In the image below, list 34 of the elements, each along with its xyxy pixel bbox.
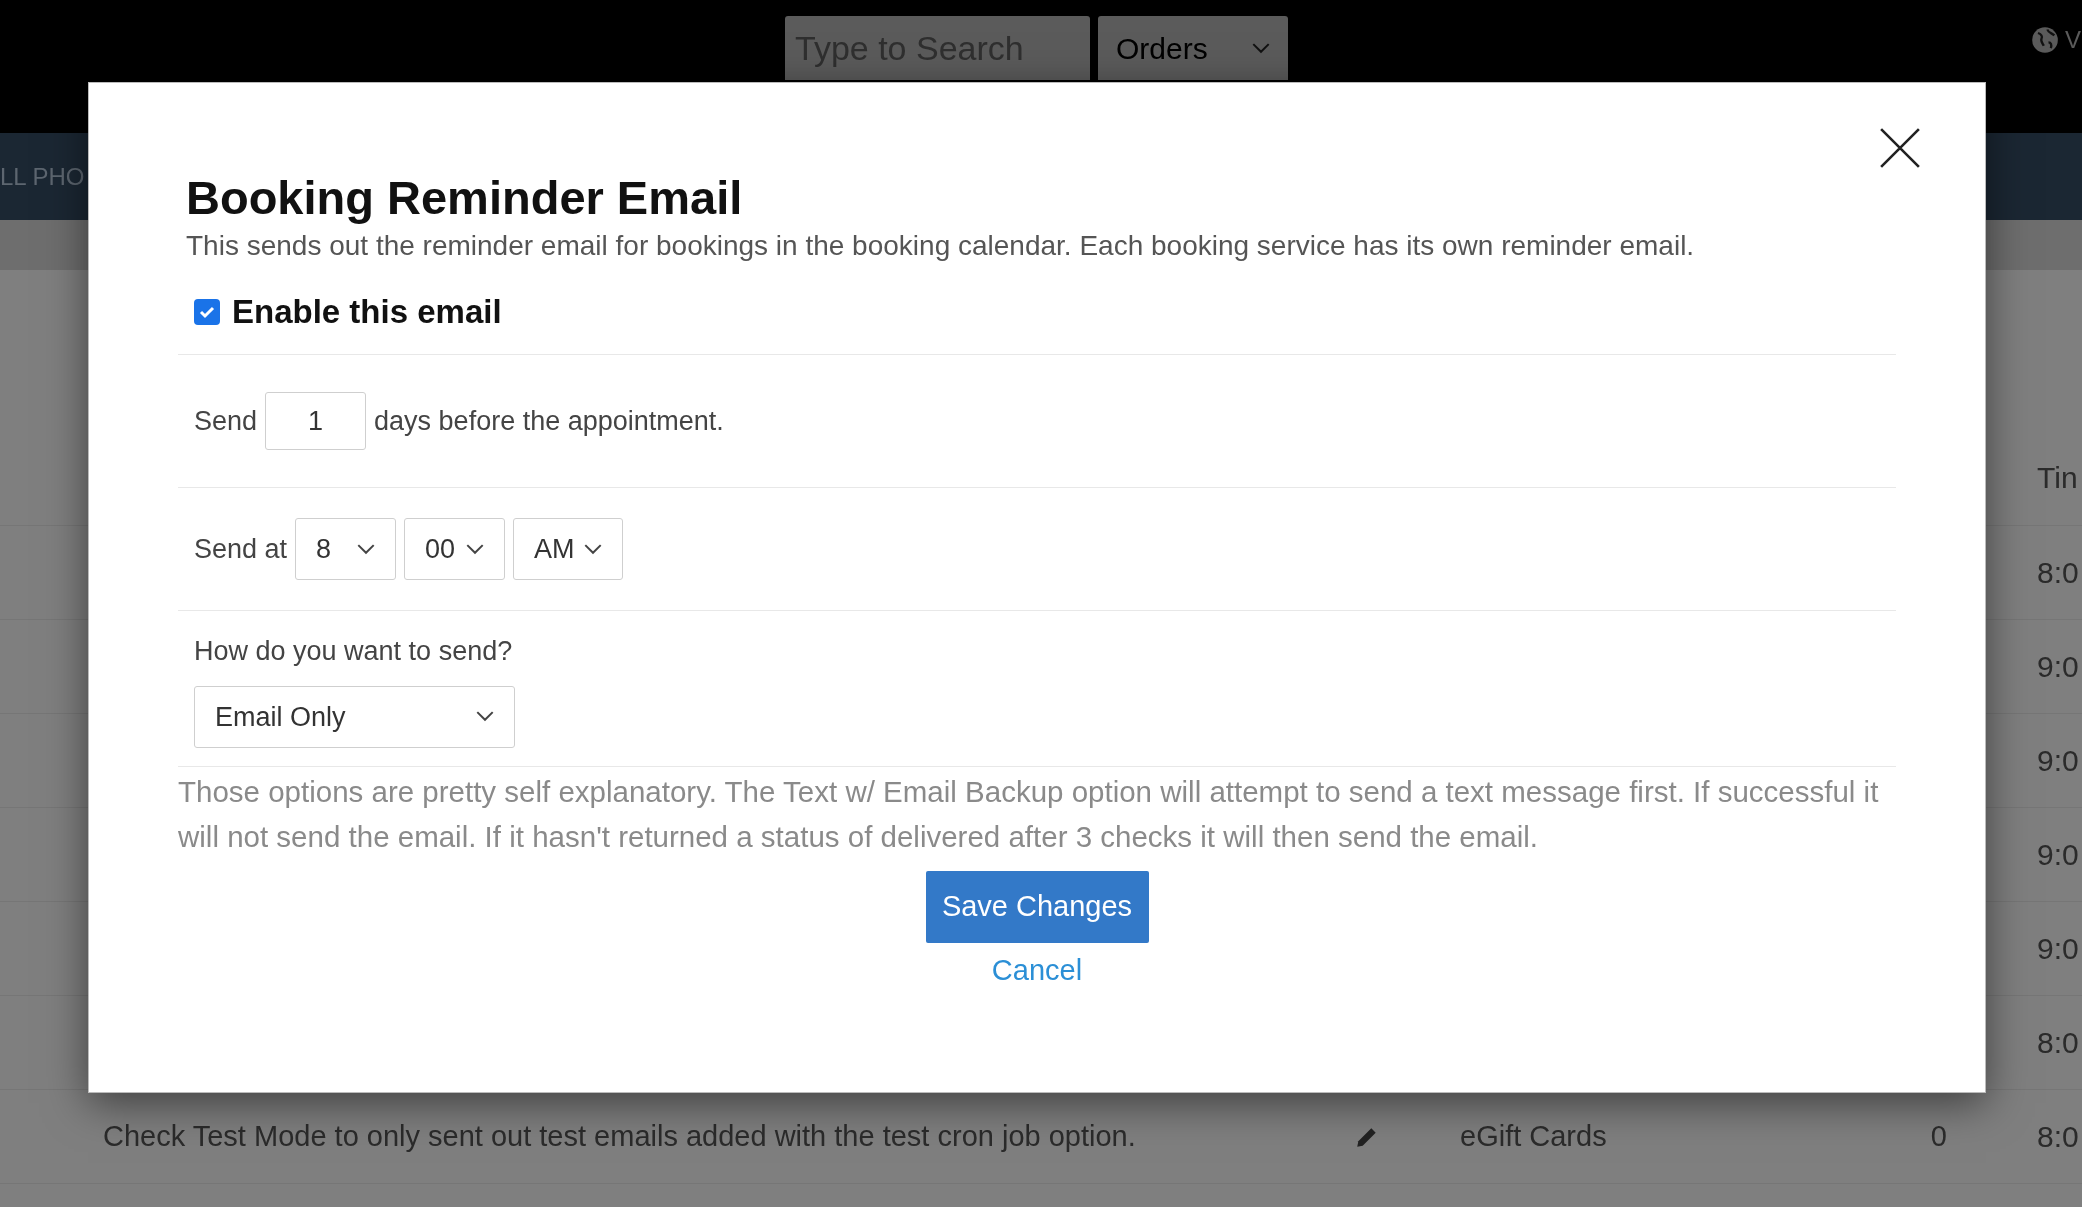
close-icon[interactable] [1879,127,1921,169]
table-cell-text: Check Test Mode to only sent out test emails added with the test cron job option. [102,1118,1137,1154]
field-label: How do you want to send? [194,635,514,669]
field-label: Send at [194,533,288,566]
select-dropdown[interactable]: 00 [404,518,506,581]
table-cell-text: 8:0 [2037,555,2080,591]
chevron-down-icon [476,711,494,723]
help-text: Those options are pretty self explanatory. The Text w/ Email Backup option will attempt to send a text message first. If successful it will not send the email. If it hasn't returned a status of delivered after 3 checks it will then send the email. [178,773,1880,855]
save-button[interactable]: Save Changes [925,870,1149,943]
table-cell-text: 9:0 [2037,649,2080,685]
checkbox-label: Enable this email [232,291,502,332]
field-label: Send [194,405,258,438]
table-cell-text: eGift Cards [1459,1118,1608,1154]
column-header: Tin [2037,460,2079,496]
dialog-title: Booking Reminder Email [186,170,744,226]
chevron-down-icon [357,543,376,555]
dialog-description: This sends out the reminder email for bookings in the booking calendar. Each booking service has its own reminder email. [186,228,1696,263]
chevron-down-icon [584,543,603,555]
checkbox[interactable] [194,298,220,325]
select-dropdown[interactable]: Email Only [194,685,515,748]
table-cell-text: 0 [1929,1118,1948,1154]
days-input[interactable]: 1 [265,392,367,451]
field-label: days before the appointment. [374,405,724,438]
table-cell-text: 9:0 [2037,837,2080,873]
table-cell-text: 9:0 [2037,931,2080,967]
table-cell-text: 8:0 [2037,1025,2080,1061]
table-cell-text: 8:0 [2037,1119,2080,1155]
cancel-link[interactable]: Cancel [991,948,1083,993]
select-dropdown[interactable]: 8 [295,518,397,581]
table-cell-text: 9:0 [2037,743,2080,779]
select-dropdown[interactable]: AM [513,518,624,581]
chevron-down-icon [466,543,485,555]
globe-icon[interactable] [2031,26,2059,54]
chevron-down-icon [1252,42,1270,54]
